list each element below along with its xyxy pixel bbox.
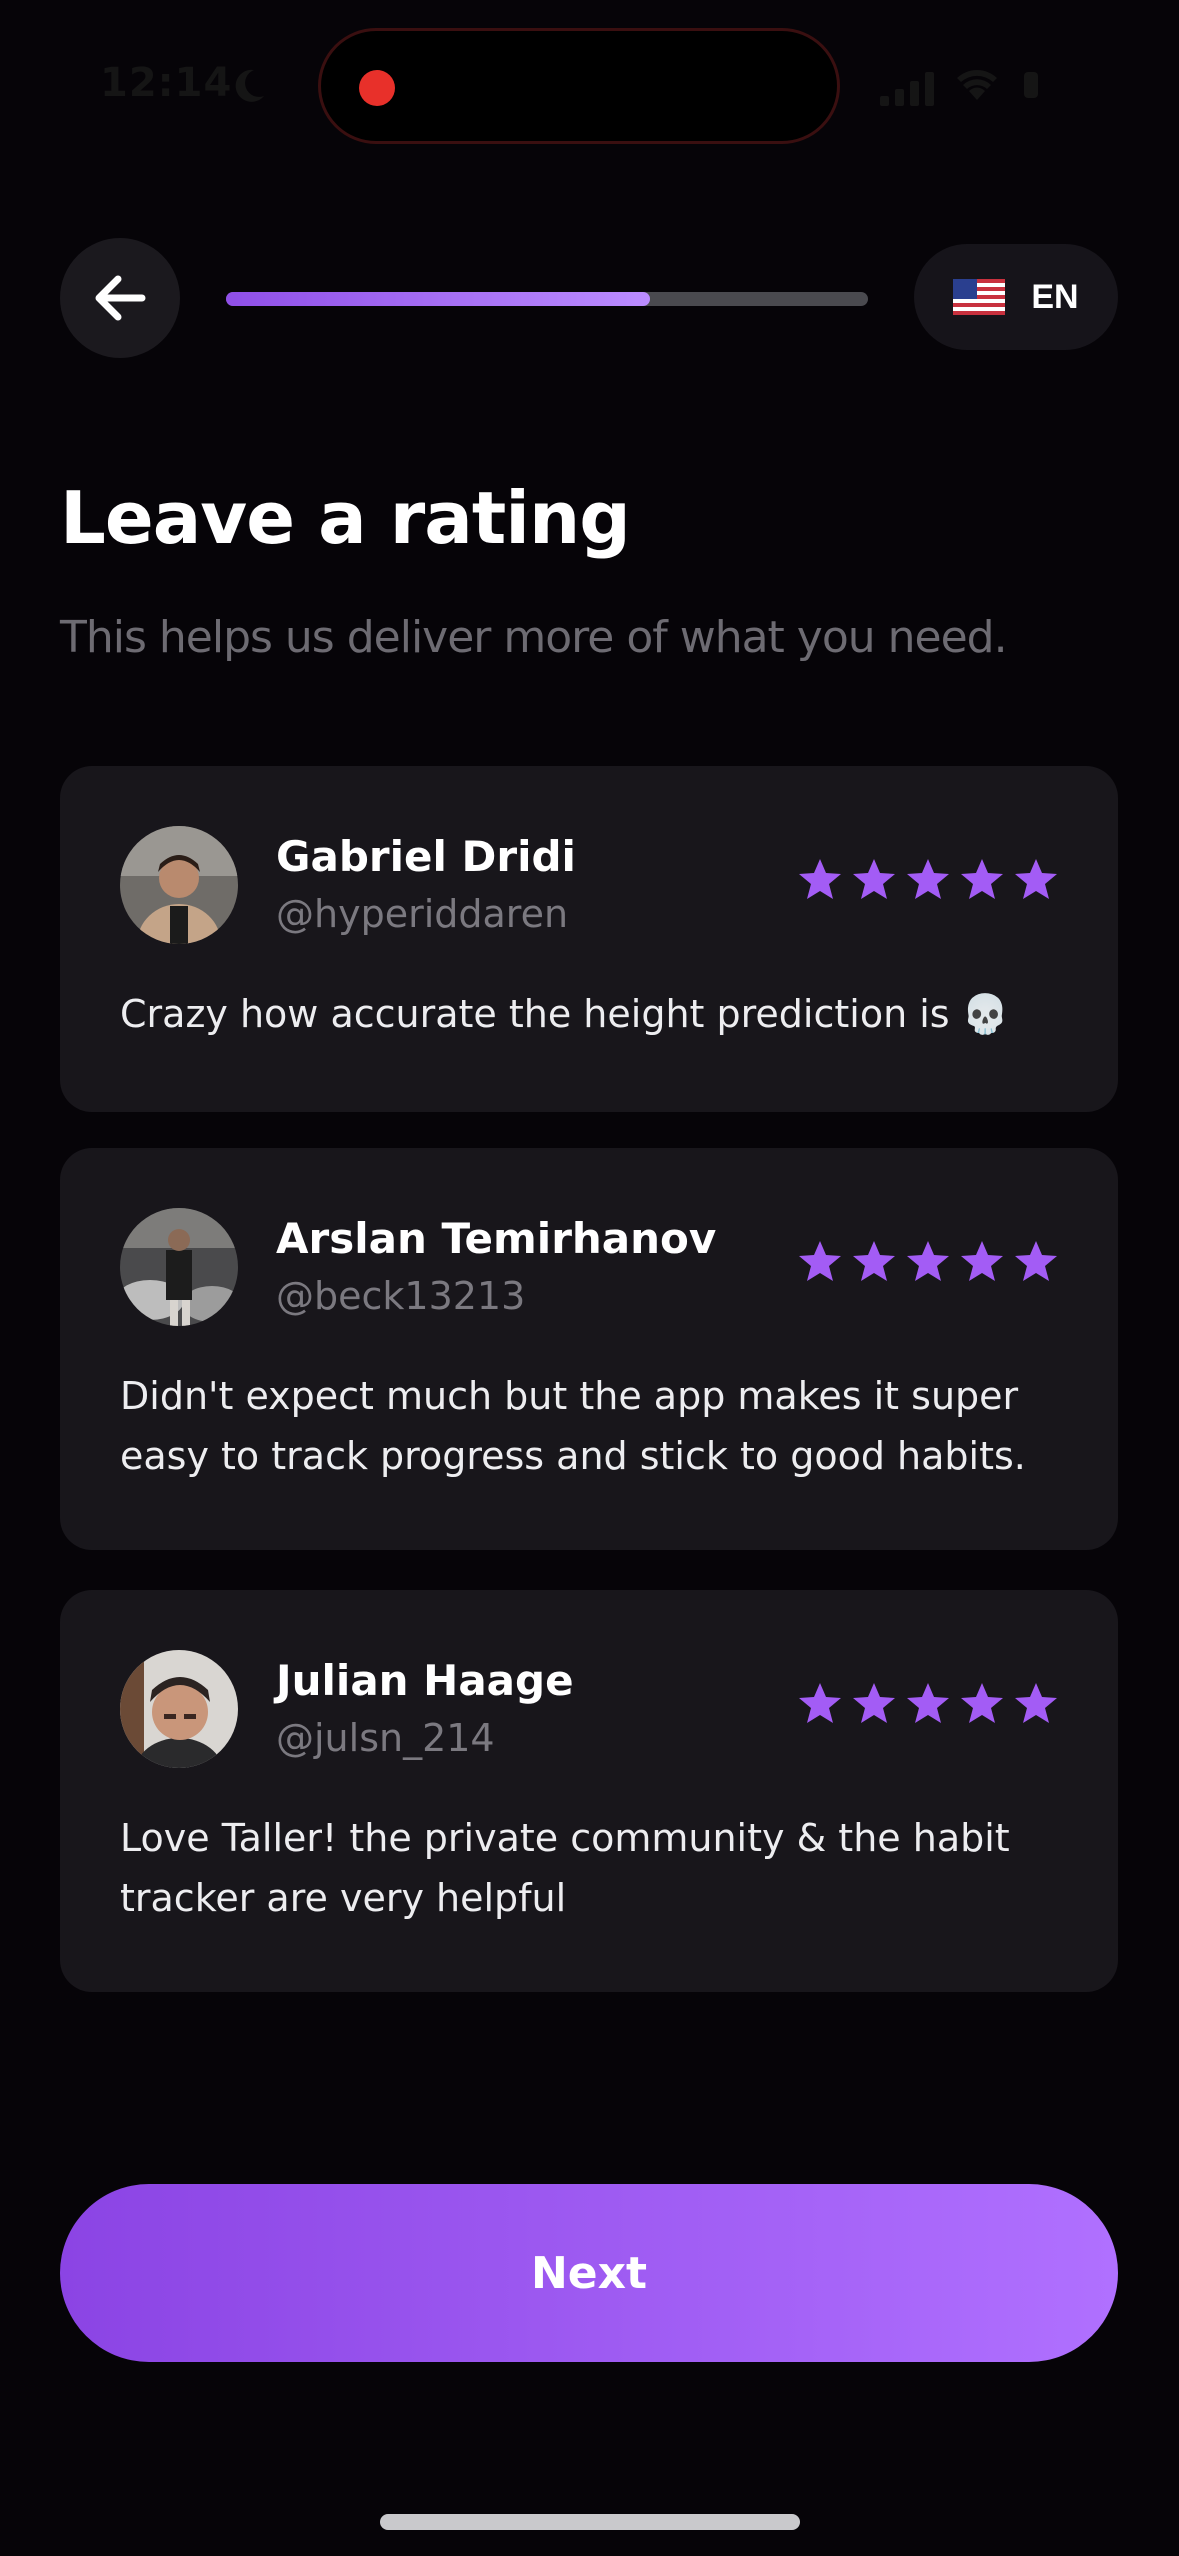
status-bar: 12:14	[0, 0, 1179, 175]
us-flag-icon	[953, 279, 1006, 315]
progress-fill	[226, 292, 650, 306]
signal-icon	[880, 72, 934, 106]
back-button[interactable]	[60, 238, 180, 358]
dynamic-island	[318, 28, 840, 144]
review-text: Love Taller! the private community & the…	[120, 1816, 1010, 1920]
review-text: Didn't expect much but the app makes it …	[120, 1374, 1026, 1478]
reviewer-name: Gabriel Dridi	[276, 832, 576, 881]
star-icon	[853, 859, 895, 899]
wifi-icon	[957, 70, 997, 100]
next-button[interactable]: Next	[60, 2184, 1118, 2362]
page-title: Leave a rating	[60, 476, 631, 560]
star-icon	[907, 1241, 949, 1281]
star-icon	[799, 1683, 841, 1723]
avatar	[120, 1650, 238, 1768]
star-icon	[799, 859, 841, 899]
progress-bar	[226, 292, 868, 306]
reviewer-handle: @julsn_214	[276, 1716, 495, 1760]
star-icon	[961, 1241, 1003, 1281]
battery-icon	[1024, 72, 1038, 98]
star-icon	[907, 859, 949, 899]
page-subtitle: This helps us deliver more of what you n…	[60, 612, 1008, 663]
star-icon	[961, 859, 1003, 899]
language-selector[interactable]: EN	[914, 244, 1118, 350]
star-icon	[1015, 859, 1057, 899]
review-text: Crazy how accurate the height prediction…	[120, 992, 1009, 1036]
star-icon	[1015, 1241, 1057, 1281]
star-rating	[796, 1680, 1060, 1728]
star-icon	[853, 1241, 895, 1281]
arrow-left-icon	[95, 275, 146, 321]
star-rating	[796, 1238, 1060, 1286]
star-icon	[1015, 1683, 1057, 1723]
star-rating	[796, 856, 1060, 904]
reviewer-name: Julian Haage	[276, 1656, 574, 1705]
avatar	[120, 1208, 238, 1326]
star-icon	[799, 1241, 841, 1281]
star-icon	[907, 1683, 949, 1723]
reviewer-handle: @hyperiddaren	[276, 892, 569, 936]
avatar	[120, 826, 238, 944]
reviewer-handle: @beck13213	[276, 1274, 526, 1318]
star-icon	[961, 1683, 1003, 1723]
status-time: 12:14	[100, 60, 233, 106]
recording-indicator	[359, 70, 395, 106]
reviewer-name: Arslan Temirhanov	[276, 1214, 717, 1263]
review-card: Gabriel Dridi @hyperiddaren Crazy how ac…	[60, 766, 1118, 1112]
language-label: EN	[1031, 277, 1079, 316]
moon-icon	[235, 69, 264, 102]
review-card: Arslan Temirhanov @beck13213 Didn't expe…	[60, 1148, 1118, 1550]
home-indicator	[380, 2514, 800, 2530]
review-card: Julian Haage @julsn_214 Love Taller! the…	[60, 1590, 1118, 1992]
star-icon	[853, 1683, 895, 1723]
